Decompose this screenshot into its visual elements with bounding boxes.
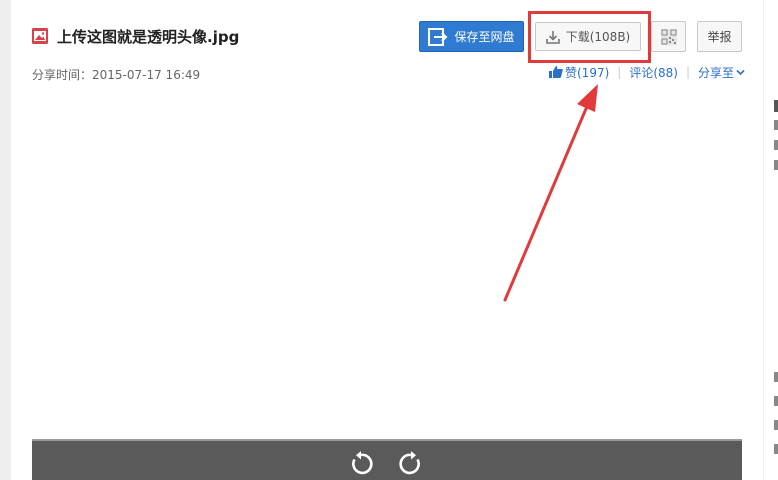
separator: | <box>617 65 622 79</box>
comment-label: 评论(88) <box>629 65 678 80</box>
edge-mark <box>774 420 778 430</box>
edge-mark <box>774 120 778 130</box>
share-to-link[interactable]: 分享至 <box>698 64 747 81</box>
like-label: 赞(197) <box>565 65 610 80</box>
file-title: 上传这图就是透明头像.jpg <box>57 28 240 46</box>
right-sidebar-edge <box>764 0 778 480</box>
image-viewer-toolbar <box>32 439 742 480</box>
edge-mark <box>774 396 778 406</box>
save-to-netdisk-button[interactable]: 保存至网盘 <box>419 21 524 52</box>
edge-mark <box>774 444 778 454</box>
download-button[interactable]: 下载(108B) <box>535 22 641 51</box>
rotate-right-icon[interactable] <box>398 451 424 477</box>
qr-code-icon <box>660 28 677 45</box>
chevron-down-icon <box>736 69 745 75</box>
report-button-label: 举报 <box>707 30 732 44</box>
rotate-left-icon[interactable] <box>348 451 374 477</box>
separator: | <box>685 65 691 79</box>
report-button[interactable]: 举报 <box>697 21 742 52</box>
action-links: 赞(197) | 评论(88) | 分享至 <box>549 64 747 80</box>
image-preview-area <box>32 92 742 438</box>
share-time: 分享时间：2015-07-17 16:49 <box>32 68 201 82</box>
edge-mark <box>774 140 778 150</box>
download-icon <box>545 30 560 44</box>
share-label: 分享至 <box>698 65 735 80</box>
like-link[interactable]: 赞(197) <box>549 64 609 81</box>
edge-mark <box>774 372 778 382</box>
thumbs-up-icon <box>549 66 563 78</box>
save-button-label: 保存至网盘 <box>454 30 515 44</box>
edge-mark <box>774 100 778 112</box>
qr-code-button[interactable] <box>651 21 686 52</box>
edge-mark <box>774 160 778 170</box>
share-panel: 上传这图就是透明头像.jpg 分享时间：2015-07-17 16:49 保存至… <box>11 0 763 480</box>
image-file-icon <box>32 28 48 44</box>
comment-link[interactable]: 评论(88) <box>629 64 678 81</box>
save-to-disk-icon <box>428 27 448 46</box>
download-button-label: 下载(108B) <box>565 30 631 44</box>
